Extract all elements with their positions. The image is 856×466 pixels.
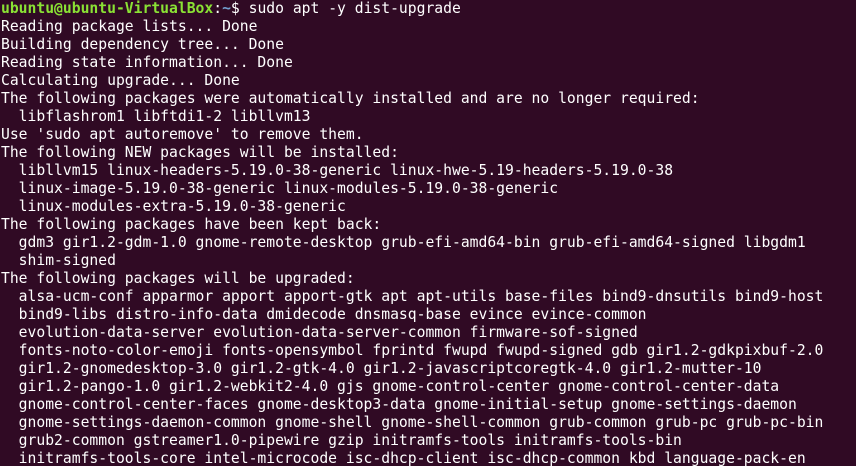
output-line: The following packages were automaticall… <box>1 90 700 107</box>
output-line: fonts-noto-color-emoji fonts-opensymbol … <box>1 342 824 359</box>
output-line: shim-signed <box>1 252 116 269</box>
output-line: grub2-common gstreamer1.0-pipewire gzip … <box>1 432 682 449</box>
output-line: Use 'sudo apt autoremove' to remove them… <box>1 126 364 143</box>
output-line: alsa-ucm-conf apparmor apport apport-gtk… <box>1 288 824 305</box>
output-line: gnome-control-center-faces gnome-desktop… <box>1 396 797 413</box>
terminal-output: Reading package lists... Done Building de… <box>1 18 856 466</box>
output-line: gnome-settings-daemon-common gnome-shell… <box>1 414 824 431</box>
prompt-user-host: ubuntu@ubuntu-VirtualBox <box>1 0 214 17</box>
output-line: libflashrom1 libftdi1-2 libllvm13 <box>1 108 311 125</box>
output-line: The following packages have been kept ba… <box>1 216 382 233</box>
output-line: gdm3 gir1.2-gdm-1.0 gnome-remote-desktop… <box>1 234 806 251</box>
output-line: linux-modules-extra-5.19.0-38-generic <box>1 198 346 215</box>
prompt-symbol: $ <box>230 0 249 17</box>
output-line: The following packages will be upgraded: <box>1 270 355 287</box>
output-line: gir1.2-pango-1.0 gir1.2-webkit2-4.0 gjs … <box>1 378 780 395</box>
output-line: Calculating upgrade... Done <box>1 72 240 89</box>
output-line: The following NEW packages will be insta… <box>1 144 399 161</box>
output-line: Reading state information... Done <box>1 54 293 71</box>
terminal-window[interactable]: ubuntu@ubuntu-VirtualBox:~$ sudo apt -y … <box>0 0 856 466</box>
output-line: bind9-libs distro-info-data dmidecode dn… <box>1 306 647 323</box>
command-text: sudo apt -y dist-upgrade <box>248 0 461 17</box>
prompt-colon: : <box>213 0 223 17</box>
prompt-path: ~ <box>222 0 231 17</box>
output-line: Reading package lists... Done <box>1 18 258 35</box>
output-line: evolution-data-server evolution-data-ser… <box>1 324 638 341</box>
output-line: Building dependency tree... Done <box>1 36 284 53</box>
output-line: gir1.2-gnomedesktop-3.0 gir1.2-gtk-4.0 g… <box>1 360 762 377</box>
output-line: libllvm15 linux-headers-5.19.0-38-generi… <box>1 162 674 179</box>
output-line: linux-image-5.19.0-38-generic linux-modu… <box>1 180 559 197</box>
output-line: initramfs-tools-core intel-microcode isc… <box>1 450 806 466</box>
prompt-line: ubuntu@ubuntu-VirtualBox:~$ sudo apt -y … <box>1 0 856 18</box>
